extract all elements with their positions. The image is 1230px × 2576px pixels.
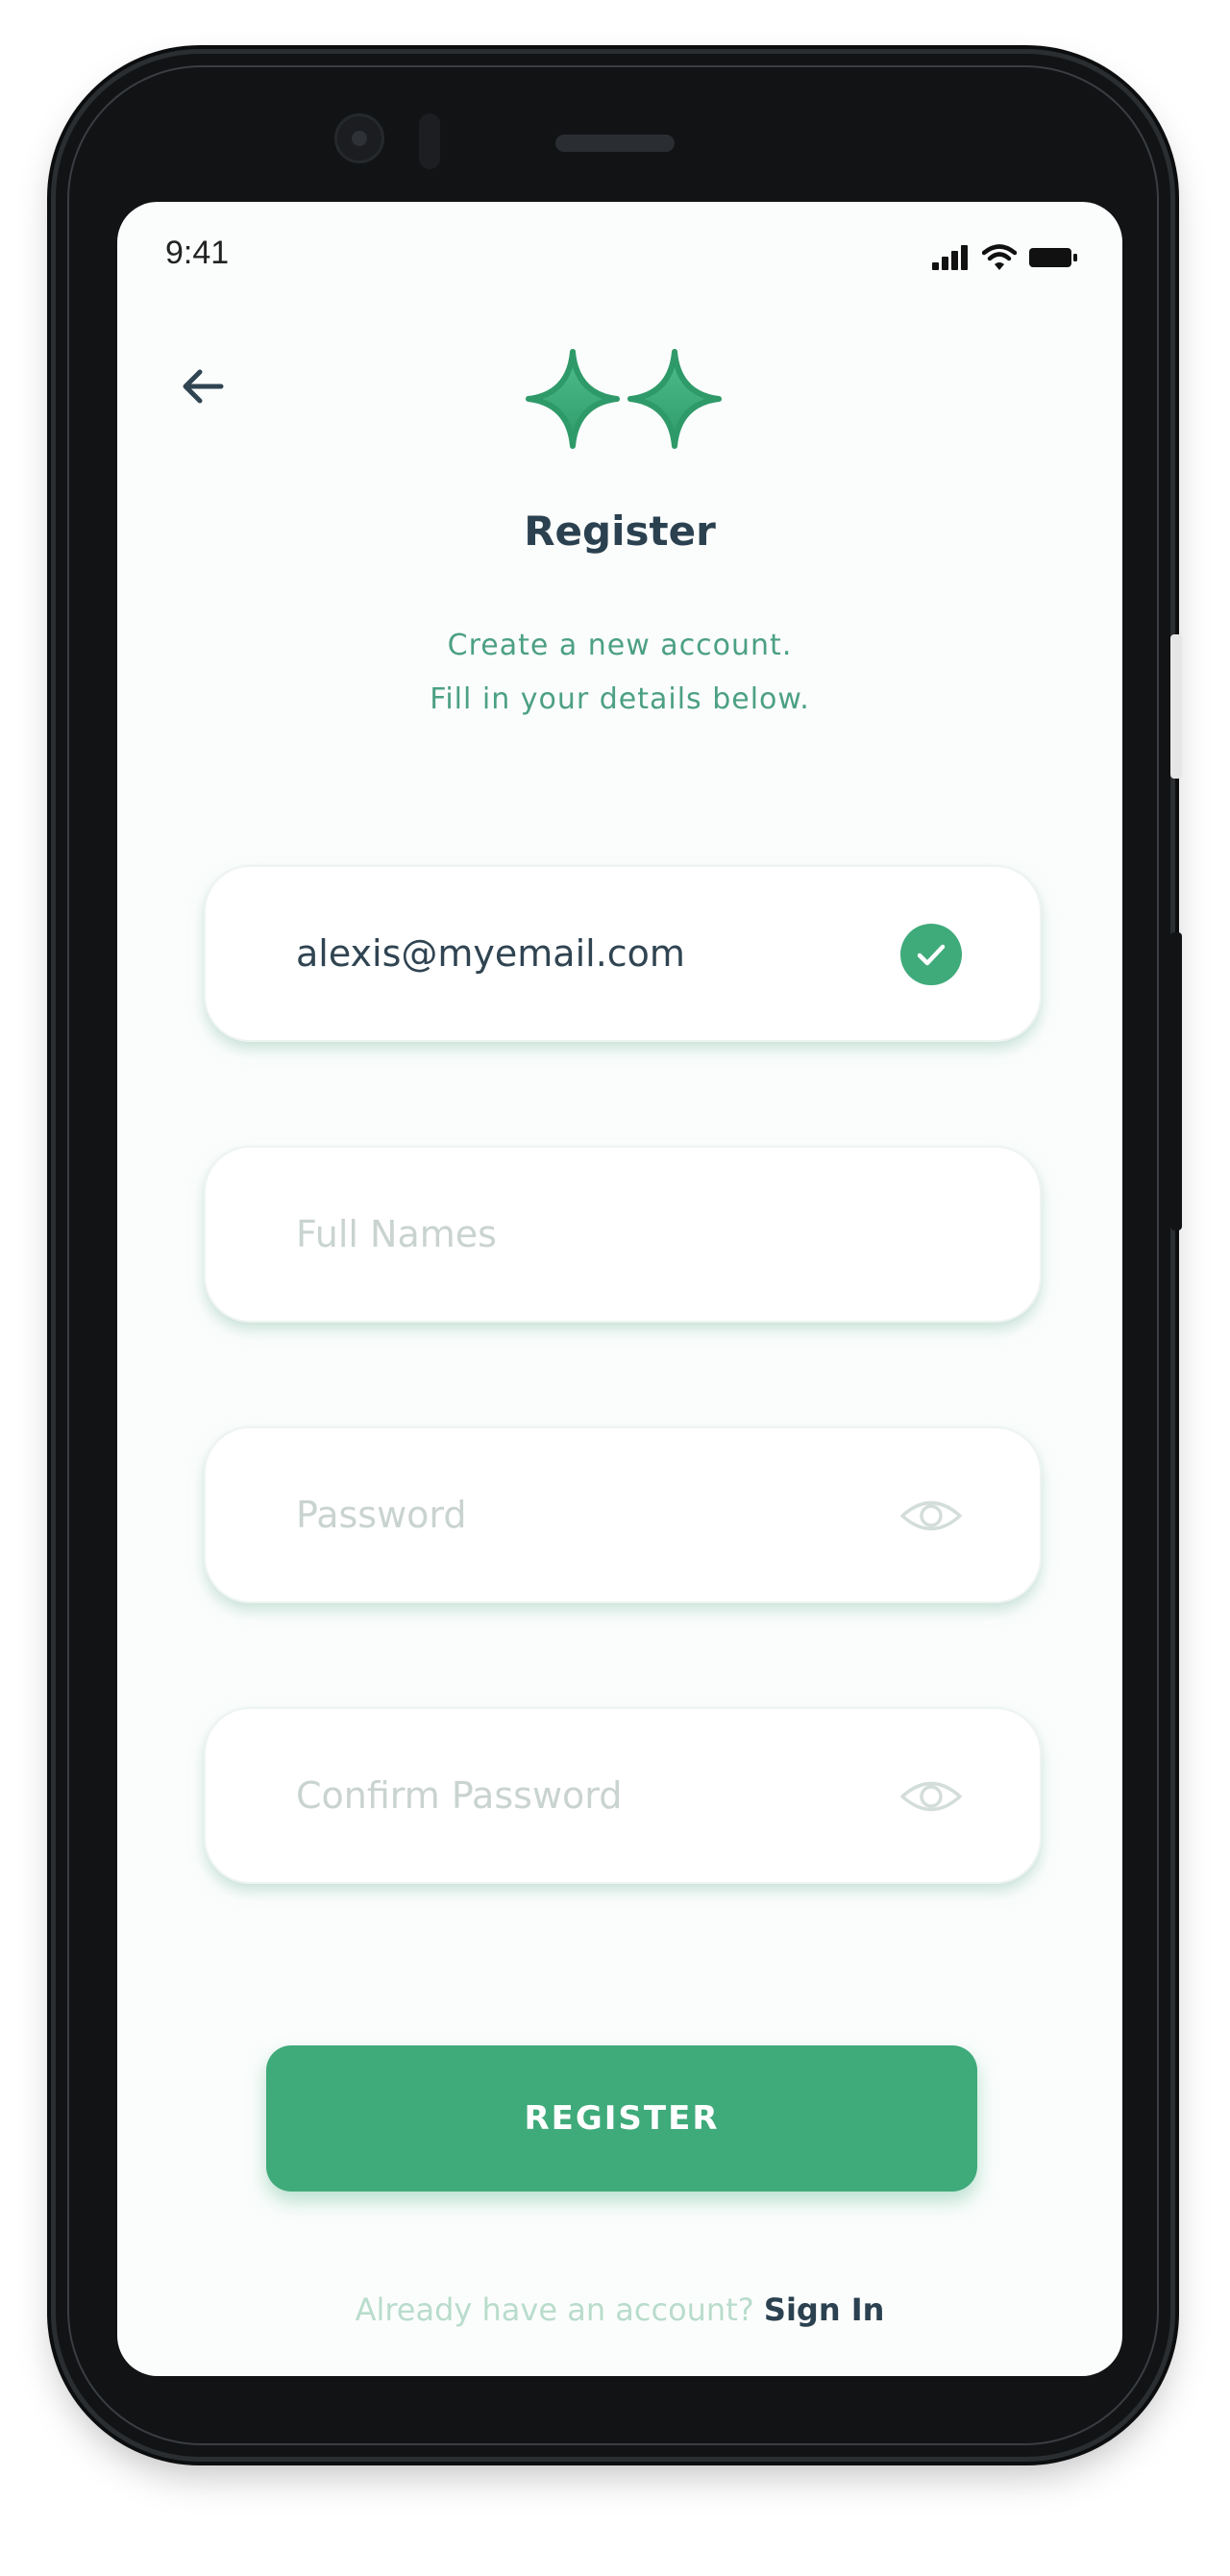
email-field[interactable]: alexis@myemail.com [204, 865, 1042, 1042]
power-button [1170, 932, 1182, 1230]
eye-icon[interactable] [899, 1765, 963, 1828]
status-bar: 9:41 [117, 202, 1122, 317]
arrow-left-icon [183, 369, 224, 404]
register-button[interactable]: REGISTER [266, 2045, 977, 2192]
back-button[interactable] [177, 361, 227, 411]
confirm-password-placeholder[interactable]: Confirm Password [296, 1709, 622, 1882]
confirm-password-field[interactable]: Confirm Password [204, 1707, 1042, 1884]
eye-icon[interactable] [899, 1484, 963, 1548]
full-name-field[interactable]: Full Names [204, 1146, 1042, 1323]
battery-icon [1029, 248, 1077, 267]
signal-icon [932, 245, 968, 270]
front-camera [334, 113, 384, 163]
sign-in-prompt: Already have an account? Sign In [117, 2291, 1122, 2328]
password-placeholder[interactable]: Password [296, 1428, 467, 1601]
page-title: Register [524, 508, 716, 555]
status-icons [932, 244, 1078, 271]
app-screen: 9:41 Register Create a new account. Fill… [117, 202, 1122, 2376]
subtitle-line-2: Fill in your details below. [430, 682, 810, 716]
status-time: 9:41 [165, 235, 230, 271]
double-plus-logo [526, 349, 722, 449]
check-circle-icon [900, 924, 962, 985]
already-account-text: Already have an account? [355, 2291, 754, 2328]
full-name-placeholder[interactable]: Full Names [296, 1148, 497, 1321]
password-field[interactable]: Password [204, 1426, 1042, 1603]
subtitle-line-1: Create a new account. [447, 629, 793, 662]
email-value[interactable]: alexis@myemail.com [296, 867, 685, 1040]
volume-button [1170, 634, 1182, 779]
sign-in-link[interactable]: Sign In [764, 2291, 885, 2328]
wifi-icon [982, 244, 1017, 270]
earpiece-speaker [555, 135, 675, 152]
proximity-sensor [419, 113, 440, 169]
